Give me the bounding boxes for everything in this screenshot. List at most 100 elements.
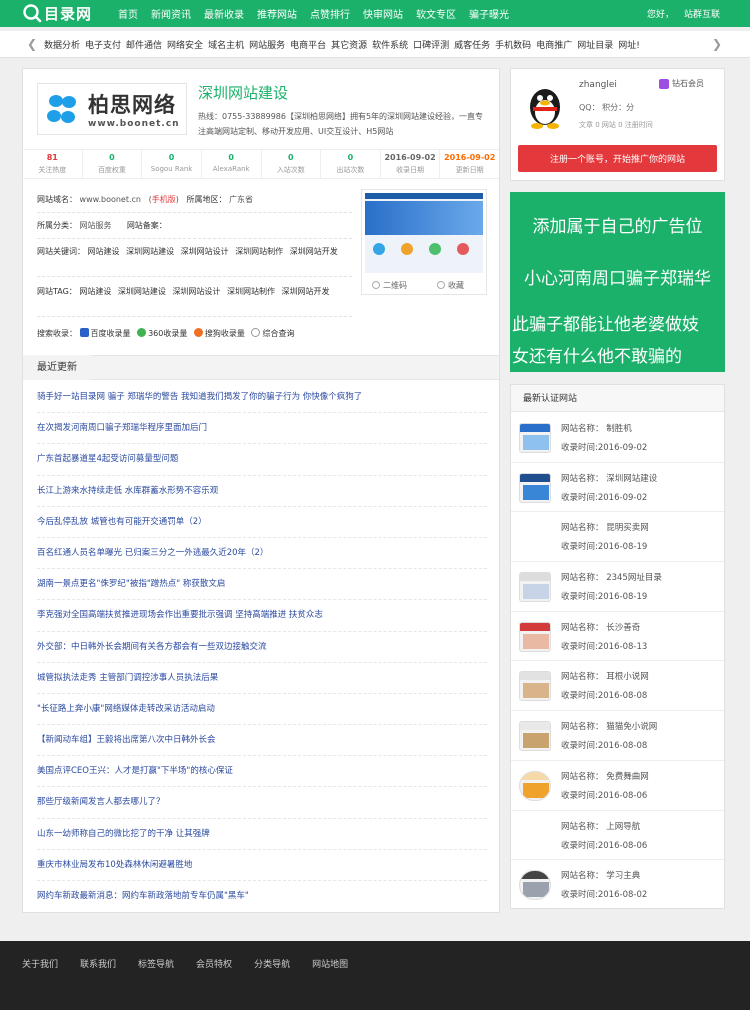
tag-link[interactable]: 网站建设 [79,287,111,296]
news-item[interactable]: "长征路上奔小康"网络媒体走转改采访活动启动 [37,694,487,726]
keyword-link[interactable]: 深圳网站建设 [126,247,174,256]
news-item[interactable]: 重庆市林业局发布10处森林休闲避暑胜地 [37,850,487,881]
tag-link[interactable]: 深圳网站设计 [172,287,220,296]
news-item[interactable]: 美国点评CEO王兴：人才是打赢"下半场"的核心保证 [37,756,487,788]
penguin-avatar-icon[interactable] [525,81,565,129]
category-item[interactable]: 其它资源 [331,38,367,51]
category-item[interactable]: 手机数码 [495,38,531,51]
nav-item-news[interactable]: 新闻资讯 [151,6,191,21]
keyword-link[interactable]: 网站建设 [88,247,120,256]
news-item[interactable]: 外交部：中日韩外长会期间有关各方都会有一些双边接触交流 [37,632,487,663]
footer-link-categories[interactable]: 分类导航 [254,957,290,970]
chevron-left-icon[interactable]: ❮ [27,37,37,51]
list-item[interactable]: 网站名称： 长沙善奇 收录时间:2016-08-13 [511,612,724,662]
overall-query-link[interactable]: 综合查询 [262,329,294,338]
qr-code-toggle[interactable]: 二维码 [372,280,407,291]
news-item[interactable]: 湖南一景点更名"侏罗纪"被指"蹭热点" 称获散文启 [37,569,487,601]
nav-item-articles[interactable]: 软文专区 [416,6,456,21]
category-item[interactable]: 网站服务 [249,38,285,51]
greeting-link[interactable]: 站群互联 [684,7,720,20]
list-item[interactable]: 网站名称： 上网导航 收录时间:2016-08-06 [511,811,724,861]
news-item[interactable]: 【新闻动车组】王毅将出席第八次中日韩外长会 [37,725,487,757]
360-index-link[interactable]: 360收录量 [148,329,187,338]
news-item[interactable]: 在次揭发河南周口骗子郑瑞华程序里面加后门 [37,413,487,445]
stat-sogou-rank: 0 Sogou Rank [142,150,202,178]
category-item[interactable]: 电商推广 [536,38,572,51]
stat-alexa-rank: 0 AlexaRank [202,150,262,178]
favorite-toggle[interactable]: 收藏 [437,280,464,291]
stat-baidu-weight: 0 百度权重 [83,150,143,178]
360-icon [137,328,147,337]
list-item[interactable]: 网站名称： 2345网址目录 收录时间:2016-08-19 [511,562,724,612]
category-item[interactable]: 网络安全 [167,38,203,51]
keyword-link[interactable]: 深圳网站设计 [181,247,229,256]
category-item[interactable]: 域名主机 [208,38,244,51]
nav-item-recommended[interactable]: 推荐网站 [257,6,297,21]
news-item[interactable]: 李克强对全国高端扶贫推进现场会作出重要批示强调 坚持高端推进 扶贫众志 [37,600,487,632]
news-item[interactable]: 今后乱停乱放 城管也有可能开交通罚单（2） [37,507,487,538]
category-item[interactable]: 口碑评测 [413,38,449,51]
category-item[interactable]: 网址! [618,38,640,51]
news-item[interactable]: 山东一幼师称自己的微比挖了的干净 让其强牌 [37,819,487,850]
mobile-version-link[interactable]: 手机版 [152,195,176,204]
site-description: 热线：0755-33889986【深圳柏思网络】拥有5年的深圳网站建设经验，一直… [198,112,484,136]
list-item[interactable]: 网站名称： 昆明买卖网 收录时间:2016-08-19 [511,512,724,563]
site-screenshot[interactable] [365,193,483,273]
list-item[interactable]: 网站名称： 制胜机 收录时间:2016-09-02 [511,413,724,463]
list-item[interactable]: 网站名称： 学习主典 收录时间:2016-08-02 [511,860,724,910]
news-item[interactable]: 广东首起暴道星4起受访问募量型问题 [37,444,487,476]
baidu-index-link[interactable]: 百度收录量 [91,329,131,338]
keyword-link[interactable]: 深圳网站制作 [235,247,283,256]
stat-updated-date: 2016-09-02 更新日期 [444,153,496,174]
site-thumbnail [519,621,551,652]
category-item[interactable]: 数据分析 [44,38,80,51]
site-url-link[interactable]: www.boonet.cn [80,195,141,204]
footer-link-contact[interactable]: 联系我们 [80,957,116,970]
ad-line: 女还有什么他不敢骗的 [512,347,682,367]
sogou-index-link[interactable]: 搜狗收录量 [205,329,245,338]
category-item[interactable]: 软件系统 [372,38,408,51]
region-value[interactable]: 广东省 [229,195,253,204]
ad-banner[interactable]: 添加属于自己的广告位 小心河南周口骗子郑瑞华 此骗子都能让他老婆做妓 女还有什么… [510,192,725,372]
category-item[interactable]: 电子支付 [85,38,121,51]
list-item[interactable]: 网站名称： 免费舞曲网 收录时间:2016-08-06 [511,761,724,811]
nav-item-ranking[interactable]: 点赞排行 [310,6,350,21]
footer-link-about[interactable]: 关于我们 [22,957,58,970]
news-item[interactable]: 网约车新政最新消息：网约车新政落地前专车仍属"黑车" [37,881,487,912]
category-value[interactable]: 网站服务 [80,221,112,230]
username[interactable]: zhanglei [579,80,617,90]
tag-link[interactable]: 深圳网站开发 [282,287,330,296]
news-item[interactable]: 百名红通人员名单曝光 已归案三分之一外逃最久近20年（2） [37,538,487,570]
footer-link-tags[interactable]: 标签导航 [138,957,174,970]
nav-item-latest[interactable]: 最新收录 [204,6,244,21]
nav-item-fast-review[interactable]: 快审网站 [363,6,403,21]
news-item[interactable]: 那些厅级新闻发言人都去哪儿了？ [37,787,487,819]
footer-link-sitemap[interactable]: 网站地图 [312,957,348,970]
site-logo[interactable]: 目录网 [22,3,92,23]
register-button[interactable]: 注册一个账号，开始推广你的网站 [518,145,717,172]
category-item[interactable]: 电商平台 [290,38,326,51]
site-logo-image[interactable]: 柏思网络 www.boonet.cn [37,83,187,135]
list-item[interactable]: 网站名称： 深圳网站建设 收录时间:2016-09-02 [511,463,724,513]
chevron-right-icon[interactable]: ❯ [712,37,722,51]
news-item[interactable]: 城管拟执法走秀 主管部门调控涉事人员执法后果 [37,663,487,694]
nav-item-scam-exposure[interactable]: 骗子曝光 [469,6,509,21]
tag-link[interactable]: 深圳网站建设 [118,287,166,296]
list-item[interactable]: 网站名称： 耳根小说网 收录时间:2016-08-08 [511,661,724,712]
footer-link-vip[interactable]: 会员特权 [196,957,232,970]
nav-item-home[interactable]: 首页 [118,6,138,21]
category-item[interactable]: 网址目录 [577,38,613,51]
main-nav: 首页 新闻资讯 最新收录 推荐网站 点赞排行 快审网站 软文专区 骗子曝光 [118,0,522,27]
category-item[interactable]: 邮件通信 [126,38,162,51]
tab-recent-updates[interactable]: 最近更新 [23,355,91,380]
news-item[interactable]: 骑手好一站目录网 骗子 郑瑞华的警告 我知道我们揭发了你的骗子行为 你快像个疯狗… [37,382,487,414]
list-item[interactable]: 网站名称： 猫猫免小说网 收录时间:2016-08-08 [511,711,724,761]
radio-icon [372,281,380,289]
tag-link[interactable]: 深圳网站制作 [227,287,275,296]
site-title[interactable]: 深圳网站建设 [198,82,288,103]
keyword-link[interactable]: 深圳网站开发 [290,247,338,256]
category-item[interactable]: 威客任务 [454,38,490,51]
site-detail-panel: 柏思网络 www.boonet.cn 深圳网站建设 热线：0755-338899… [22,68,500,913]
news-item[interactable]: 长江上游来水持续走低 水库群蓄水形势不容乐观 [37,476,487,507]
info-row-keywords: 网站关键词： 网站建设 深圳网站建设 深圳网站设计 深圳网站制作 深圳网站开发 [37,239,352,277]
